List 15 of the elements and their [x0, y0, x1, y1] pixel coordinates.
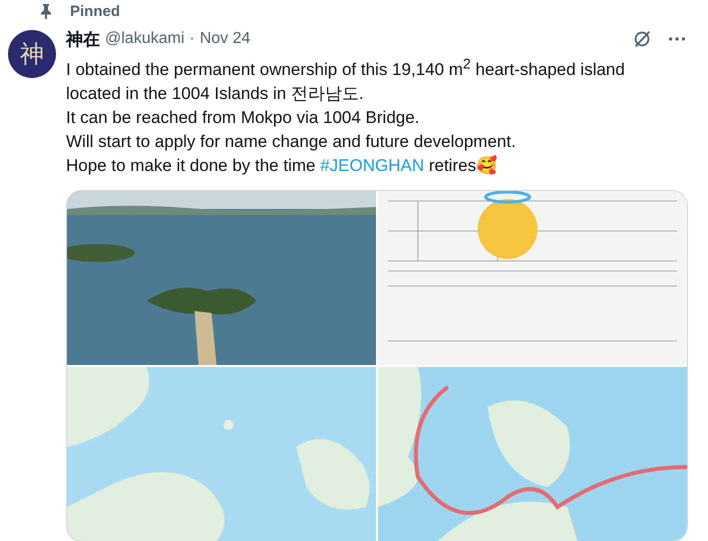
post-text: Hope to make it done by the time [66, 156, 316, 175]
route-map-image[interactable] [378, 366, 687, 541]
post-text: Will start to apply for name change and future development. [66, 132, 516, 151]
avatar[interactable]: 神 [8, 30, 56, 78]
post-text: It can be reached from Mokpo via 1004 Bridge. [66, 108, 420, 127]
separator-dot: · [189, 30, 195, 48]
author-name[interactable]: 神在 [66, 28, 100, 50]
post-text: I obtained the permanent ownership of this 19,140 m$^{2}$ heart-shaped island [66, 60, 625, 79]
post-text: located in the 1004 Islands in 전라남도. [66, 84, 364, 103]
author-handle[interactable]: @lakukami [105, 30, 184, 48]
pin-icon [40, 3, 52, 19]
island-photo[interactable] [67, 190, 376, 365]
post-text: retires🥰 [428, 156, 498, 175]
pinned-label: Pinned [70, 2, 120, 20]
post-date[interactable]: Nov 24 [200, 30, 250, 48]
